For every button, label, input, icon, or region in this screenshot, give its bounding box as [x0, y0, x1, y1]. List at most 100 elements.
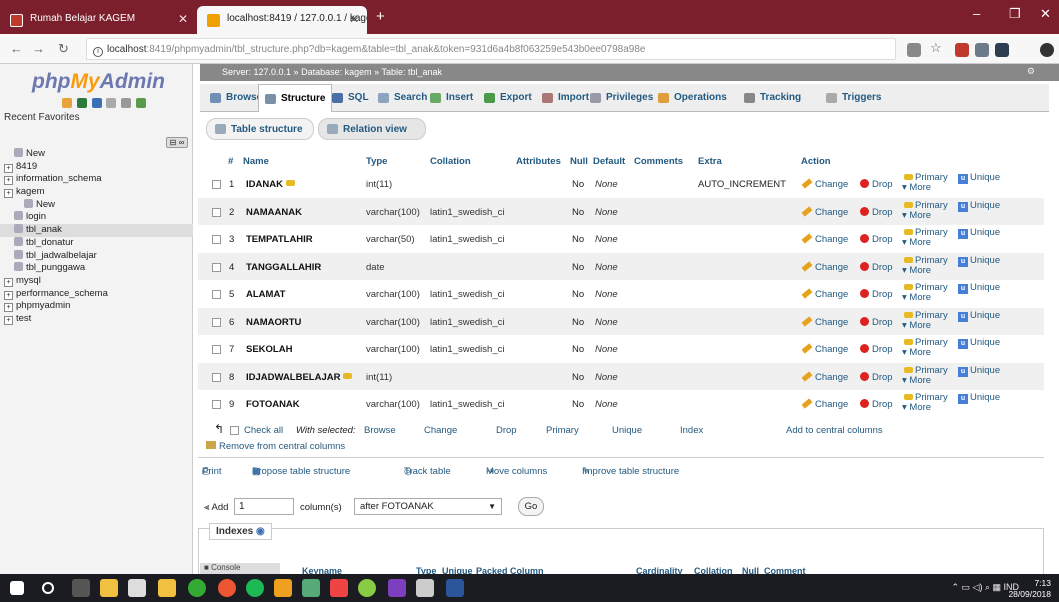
favorites-link[interactable]: Favorites [38, 112, 79, 123]
expand-icon[interactable]: + [4, 290, 13, 300]
column-name[interactable]: NAMAANAK [246, 207, 302, 218]
collapse-all-button[interactable]: ⊟ ∞ [166, 137, 188, 148]
expand-icon[interactable]: + [4, 189, 13, 199]
clock[interactable]: 7:13 28/09/2018 [1008, 578, 1051, 600]
spotify-icon[interactable] [246, 579, 264, 597]
tree-item[interactable]: New [0, 148, 193, 161]
row-checkbox[interactable] [212, 400, 221, 409]
more-dropdown[interactable]: ▾ More [902, 402, 931, 413]
recent-link[interactable]: Recent [4, 112, 36, 123]
tab-table-structure[interactable]: Table structure [206, 118, 314, 140]
unique-action[interactable]: u Unique [958, 255, 1000, 267]
breadcrumb-table[interactable]: Table: tbl_anak [381, 67, 442, 77]
word-icon[interactable] [446, 579, 464, 597]
minimize-button[interactable]: – [973, 6, 980, 21]
bulk-drop[interactable]: Drop [496, 425, 517, 436]
change-action[interactable]: Change [801, 288, 848, 300]
tab-sql[interactable]: SQL [326, 84, 375, 112]
expand-icon[interactable]: + [4, 303, 13, 313]
tree-item[interactable]: + information_schema [0, 173, 193, 186]
info-icon[interactable]: i [93, 47, 103, 57]
column-name[interactable]: TEMPATLAHIR [246, 234, 313, 245]
tree-item[interactable]: + mysql [0, 275, 193, 288]
tree-item[interactable]: + performance_schema [0, 288, 193, 301]
extension-icon[interactable] [907, 43, 921, 57]
close-tab-icon[interactable]: ✕ [349, 12, 359, 26]
drop-action[interactable]: Drop [860, 206, 893, 218]
change-action[interactable]: Change [801, 260, 848, 273]
mail-icon[interactable] [128, 579, 146, 597]
row-checkbox[interactable] [212, 372, 221, 382]
change-action[interactable]: Change [801, 233, 848, 245]
app-icon[interactable] [330, 579, 348, 597]
help-icon[interactable]: ◉ [252, 466, 260, 477]
column-name[interactable]: ALAMAT [246, 289, 285, 300]
more-dropdown[interactable]: ▾ More [902, 375, 931, 386]
unique-action[interactable]: u Unique [958, 337, 1000, 349]
tree-item[interactable]: + kagem [0, 186, 193, 199]
go-button[interactable]: Go [518, 497, 544, 516]
row-checkbox[interactable] [212, 262, 221, 272]
tree-item[interactable]: +8419 [0, 161, 193, 174]
more-dropdown[interactable]: ▾ More [902, 237, 931, 248]
unique-action[interactable]: u Unique [958, 282, 1000, 294]
unique-action[interactable]: u Unique [958, 227, 1000, 239]
change-action[interactable]: Change [801, 205, 848, 218]
bulk-browse[interactable]: Browse [364, 425, 396, 436]
more-dropdown[interactable]: ▾ More [902, 210, 931, 221]
change-action[interactable]: Change [801, 178, 848, 190]
app-icon[interactable] [416, 579, 434, 597]
search-icon[interactable] [42, 582, 54, 594]
tab-export[interactable]: Export [478, 84, 538, 112]
column-name[interactable]: IDANAK [246, 179, 295, 190]
bookmark-star-icon[interactable]: ☆ [930, 40, 942, 56]
bulk-primary[interactable]: Primary [546, 425, 579, 436]
expand-icon[interactable]: + [4, 176, 13, 186]
tree-item[interactable]: tbl_anak [0, 224, 193, 237]
tree-item[interactable]: tbl_jadwalbelajar [0, 249, 193, 263]
expand-icon[interactable]: + [4, 277, 13, 287]
column-position-select[interactable]: after FOTOANAK ▼ [354, 498, 502, 515]
tree-item[interactable]: tbl_punggawa [0, 262, 193, 275]
phpmyadmin-logo[interactable]: phpMyAdmin [32, 70, 165, 94]
new-tab-button[interactable]: + [376, 8, 385, 25]
browser-tab[interactable]: Rumah Belajar KAGEM ✕ [0, 6, 196, 34]
reload-icon[interactable]: ↻ [58, 41, 69, 57]
more-dropdown[interactable]: ▾ More [902, 182, 931, 193]
row-checkbox[interactable] [212, 290, 221, 299]
row-checkbox[interactable] [212, 207, 221, 217]
forward-icon[interactable]: → [32, 41, 45, 56]
visual-studio-icon[interactable] [388, 579, 406, 597]
settings-icon[interactable] [121, 98, 132, 108]
tab-operations[interactable]: Operations [652, 84, 733, 112]
bulk-change[interactable]: Change [424, 425, 457, 436]
extension-icon[interactable] [955, 43, 969, 57]
more-dropdown[interactable]: ▾ More [902, 347, 931, 358]
unique-action[interactable]: u Unique [958, 392, 1000, 404]
url-input[interactable]: i localhost:8419/phpmyadmin/tbl_structure… [86, 38, 896, 60]
expand-icon[interactable]: + [4, 163, 13, 173]
profile-icon[interactable] [1040, 43, 1054, 57]
unique-action[interactable]: u Unique [958, 200, 1000, 212]
column-name[interactable]: FOTOANAK [246, 399, 300, 410]
close-tab-icon[interactable]: ✕ [178, 12, 188, 26]
app-icon[interactable] [302, 579, 320, 597]
help-icon[interactable]: ◉ [256, 526, 265, 537]
breadcrumb-server[interactable]: Server: 127.0.0.1 » [222, 67, 299, 77]
browser-tab-active[interactable]: localhost:8419 / 127.0.0.1 / kage ✕ [197, 6, 367, 34]
column-name[interactable]: SEKOLAH [246, 344, 292, 355]
change-action[interactable]: Change [801, 370, 848, 383]
windows-start-icon[interactable] [10, 581, 24, 595]
remove-central-columns-link[interactable]: Remove from central columns [206, 441, 345, 452]
drop-action[interactable]: Drop [860, 234, 893, 245]
store-icon[interactable] [100, 579, 118, 597]
chrome-icon[interactable] [218, 579, 236, 597]
check-all-checkbox[interactable] [230, 426, 239, 435]
drop-action[interactable]: Drop [860, 289, 893, 300]
console-toggle[interactable]: ■ Console [200, 563, 280, 574]
row-checkbox[interactable] [212, 180, 221, 189]
row-checkbox[interactable] [212, 345, 221, 354]
column-name[interactable]: TANGGALLAHIR [246, 262, 321, 273]
tab-triggers[interactable]: Triggers [820, 84, 887, 112]
tree-item[interactable]: login [0, 211, 193, 224]
